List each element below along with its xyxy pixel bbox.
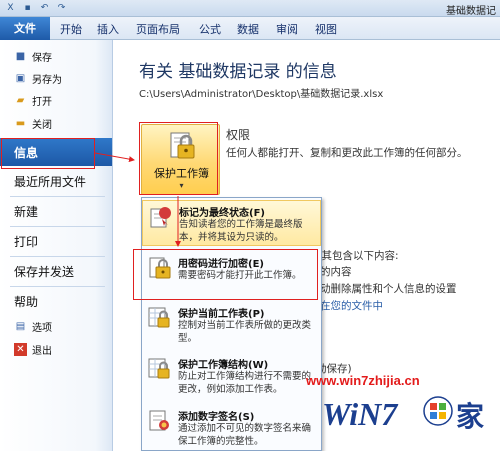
mark-final-description: 告知读者您的工作簿是最终版本，并将其设为只读的。 (179, 219, 303, 243)
menu-item-mark-final[interactable]: 标记为最终状态(F) 告知读者您的工作簿是最终版本，并将其设为只读的。 (142, 200, 321, 246)
nav-close-label: 关闭 (32, 119, 52, 131)
protect-structure-icon (148, 358, 170, 379)
mark-final-title: 标记为最终状态(F) (179, 208, 265, 219)
nav-options[interactable]: ▤ 选项 (0, 316, 112, 336)
page-title: 有关 基础数据记录 的信息 (139, 62, 337, 82)
save-icon[interactable]: ▪ (21, 2, 34, 14)
tab-file[interactable]: 文件 (0, 17, 50, 40)
mark-final-icon (150, 207, 171, 228)
prepare-item: 动删除属性和个人信息的设置 (320, 283, 457, 295)
protect-structure-description: 防止对工作簿结构进行不需要的更改，例如添加工作表。 (178, 371, 312, 395)
menu-item-digital-signature[interactable]: 添加数字签名(S) 通过添加不可见的数字签名来确保工作簿的完整性。 (142, 405, 321, 449)
annotation-box-info (1, 138, 95, 169)
nav-print-label: 打印 (14, 234, 39, 249)
nav-recent-label: 最近所用文件 (14, 174, 87, 189)
protect-sheet-description: 控制对当前工作表所做的更改类型。 (178, 320, 312, 344)
annotation-box-encrypt (133, 249, 318, 300)
protect-workbook-menu: 标记为最终状态(F) 告知读者您的工作簿是最终版本，并将其设为只读的。 用密码进… (141, 197, 322, 451)
nav-help[interactable]: 帮助 (0, 287, 112, 315)
tab-insert[interactable]: 插入 (91, 20, 125, 40)
undo-icon[interactable]: ↶ (38, 2, 51, 14)
annotation-box-protect (139, 122, 218, 195)
tab-review[interactable]: 审阅 (270, 20, 304, 40)
tab-page-layout[interactable]: 页面布局 (130, 20, 186, 40)
watermark-logo: WiN7 家 (322, 396, 484, 433)
watermark-logo-text: WiN7 (322, 396, 399, 432)
prepare-text: 意其包含以下内容: (311, 250, 399, 262)
quick-access-toolbar: X ▪ ↶ ↷ (4, 2, 68, 14)
save-icon: ■ (15, 50, 26, 62)
title-bar: X ▪ ↶ ↷ 基础数据记 (0, 0, 500, 17)
window-title: 基础数据记 (446, 6, 496, 17)
protect-sheet-icon (148, 307, 170, 328)
watermark-url: www.win7zhijia.cn (306, 373, 420, 388)
menu-item-protect-structure[interactable]: 保护工作簿结构(W) 防止对工作簿结构进行不需要的更改，例如添加工作表。 (142, 353, 321, 399)
nav-save-as-label: 另存为 (32, 74, 62, 86)
nav-help-label: 帮助 (14, 294, 39, 309)
exit-icon: ✕ (14, 342, 27, 356)
windows-logo-icon (423, 396, 453, 426)
nav-print[interactable]: 打印 (0, 227, 112, 255)
menu-item-protect-sheet[interactable]: 保护当前工作表(P) 控制对当前工作表所做的更改类型。 (142, 302, 321, 346)
close-file-icon: ▬ (15, 117, 26, 129)
backstage-nav: ■ 保存 ▣ 另存为 ▰ 打开 ▬ 关闭 信息 最近所用文件 新建 打印 保存并… (0, 40, 113, 451)
options-icon: ▤ (15, 320, 26, 332)
prepare-link[interactable]: 在您的文件中 (320, 298, 383, 313)
ribbon-tabs: 文件 开始 插入 页面布局 公式 数据 审阅 视图 (0, 17, 500, 40)
nav-exit-label: 退出 (32, 345, 52, 357)
folder-open-icon: ▰ (16, 94, 25, 106)
nav-new-label: 新建 (14, 204, 39, 219)
tab-home[interactable]: 开始 (54, 20, 88, 40)
digital-signature-description: 通过添加不可见的数字签名来确保工作簿的完整性。 (178, 423, 312, 447)
permissions-description: 任何人都能打开、复制和更改此工作簿的任何部分。 (226, 147, 468, 159)
tab-data[interactable]: 数据 (231, 20, 265, 40)
file-path: C:\Users\Administrator\Desktop\基础数据记录.xl… (139, 89, 384, 100)
nav-close[interactable]: ▬ 关闭 (0, 113, 112, 133)
nav-save-as[interactable]: ▣ 另存为 (0, 68, 112, 88)
nav-exit[interactable]: ✕ 退出 (0, 339, 112, 359)
redo-icon[interactable]: ↷ (55, 2, 68, 14)
nav-save-send[interactable]: 保存并发送 (0, 257, 112, 285)
save-as-icon: ▣ (15, 72, 26, 84)
watermark-logo-char: 家 (456, 400, 484, 433)
nav-new[interactable]: 新建 (0, 197, 112, 225)
nav-save-send-label: 保存并发送 (14, 264, 75, 279)
nav-options-label: 选项 (32, 322, 52, 334)
nav-recent[interactable]: 最近所用文件 (0, 167, 112, 195)
tab-view[interactable]: 视图 (309, 20, 343, 40)
nav-save-label: 保存 (32, 52, 52, 64)
digital-signature-icon (149, 410, 169, 431)
tab-formulas[interactable]: 公式 (193, 20, 227, 40)
protect-sheet-title: 保护当前工作表(P) (178, 309, 265, 320)
protect-structure-title: 保护工作簿结构(W) (178, 360, 269, 371)
nav-open-label: 打开 (32, 96, 52, 108)
digital-signature-title: 添加数字签名(S) (178, 412, 255, 423)
nav-open[interactable]: ▰ 打开 (0, 90, 112, 110)
permissions-title: 权限 (226, 128, 251, 142)
nav-save[interactable]: ■ 保存 (0, 46, 112, 66)
excel-app-icon[interactable]: X (4, 2, 17, 14)
prepare-item: 的内容 (320, 266, 352, 278)
